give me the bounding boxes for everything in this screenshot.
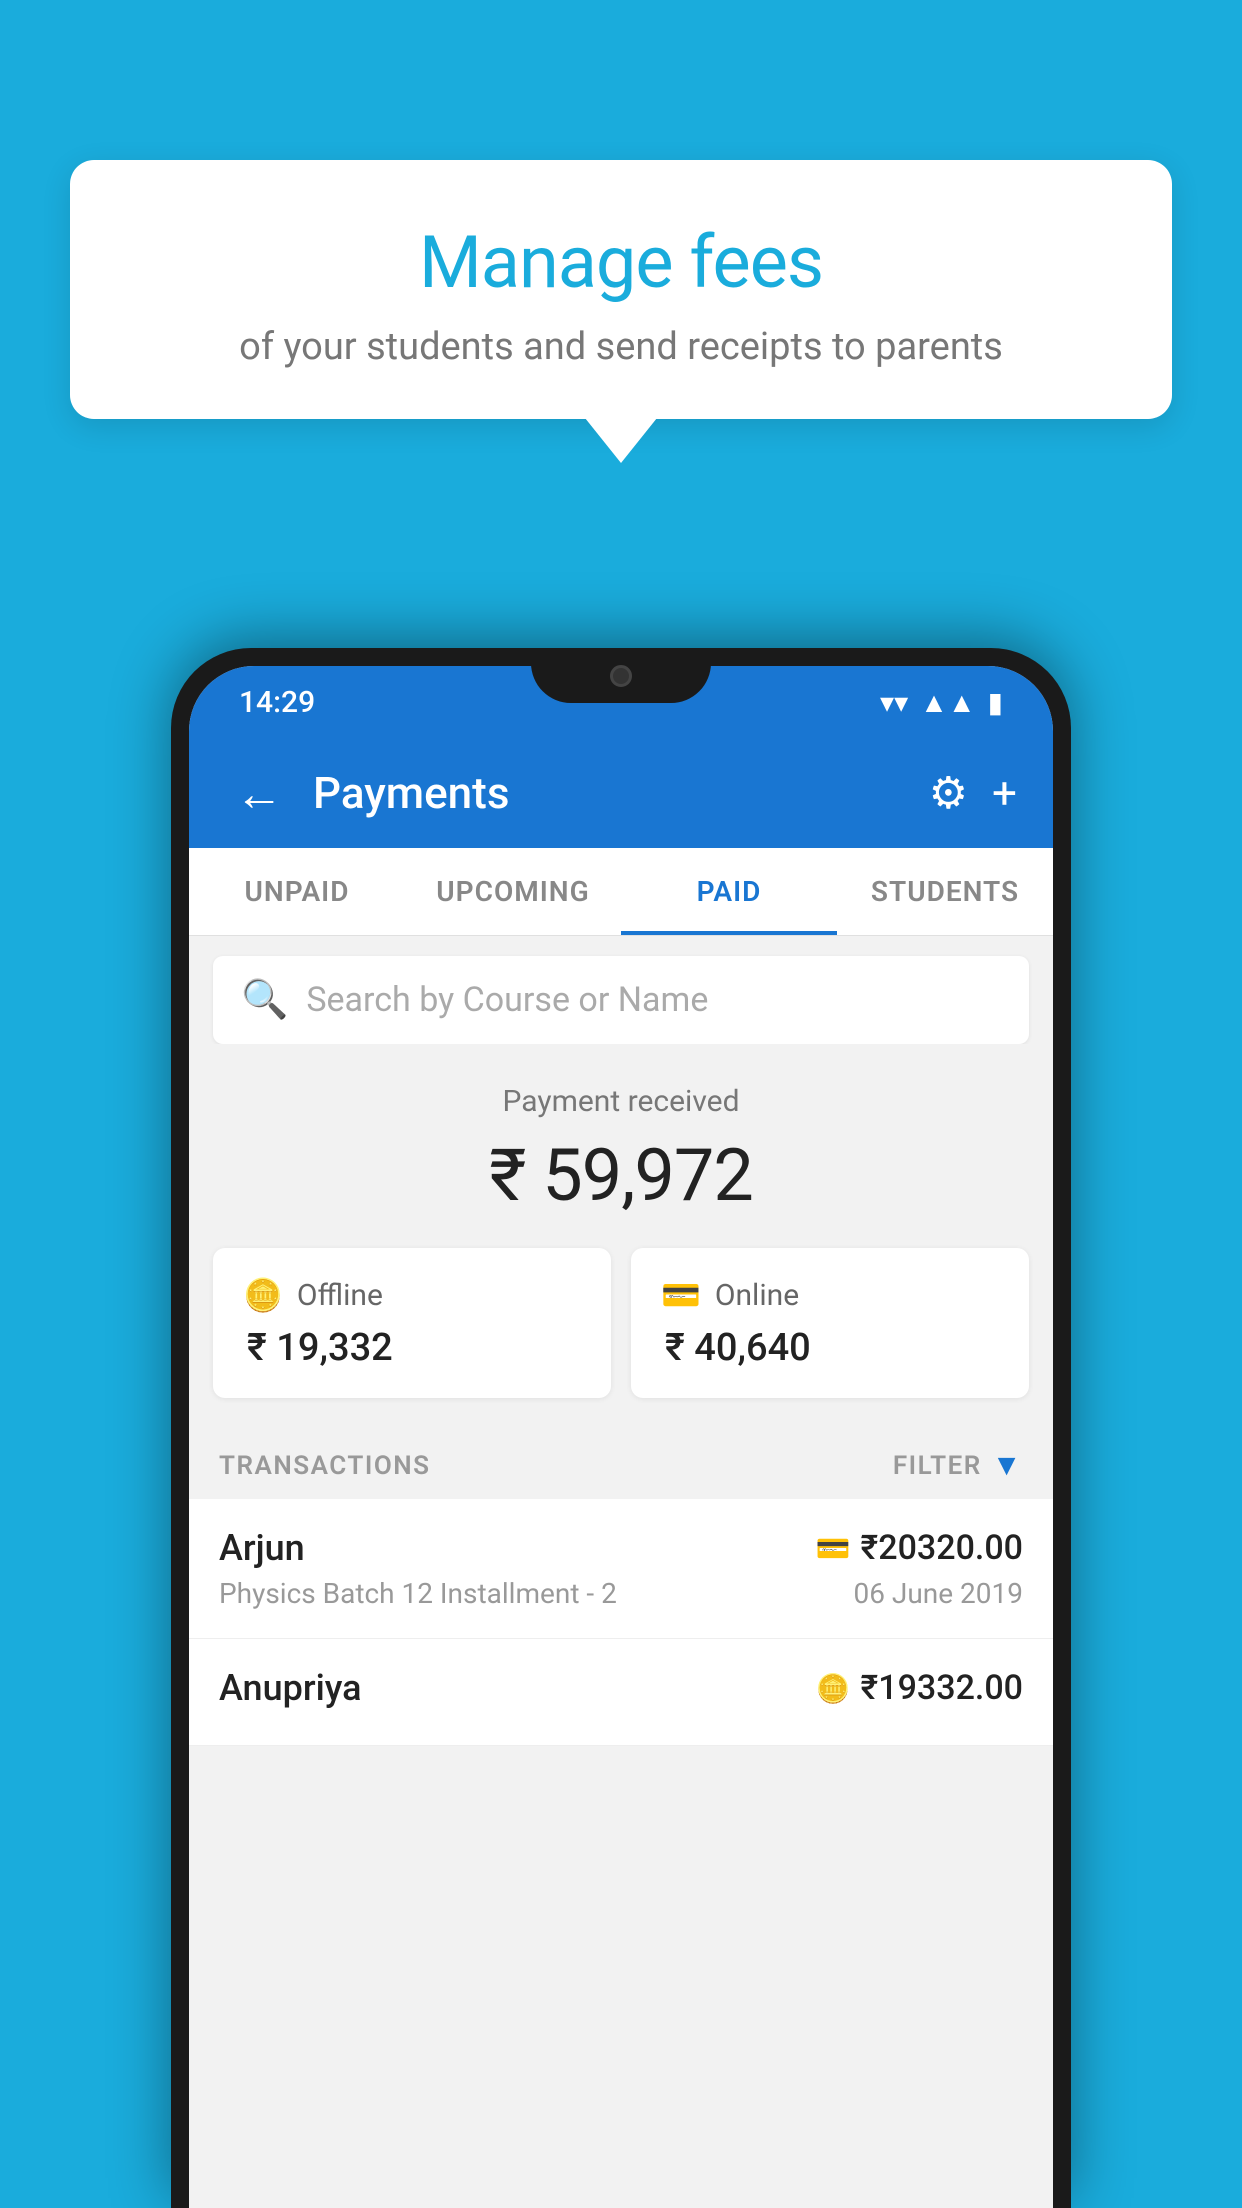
payment-method-icon: 💳 (816, 1532, 851, 1565)
online-payment-card: 💳 Online ₹ 40,640 (631, 1248, 1029, 1398)
offline-payment-card: 🪙 Offline ₹ 19,332 (213, 1248, 611, 1398)
front-camera (610, 665, 632, 687)
add-icon[interactable]: + (992, 767, 1017, 819)
signal-icon: ▲▲ (920, 686, 975, 719)
transaction-amount-row: 💳 ₹20320.00 (816, 1528, 1023, 1568)
search-bar[interactable]: 🔍 Search by Course or Name (213, 956, 1029, 1044)
app-bar: ← Payments ⚙ + (189, 738, 1053, 848)
payment-cards: 🪙 Offline ₹ 19,332 💳 Online ₹ 40,640 (189, 1248, 1053, 1428)
tabs-bar: UNPAID UPCOMING PAID STUDENTS (189, 848, 1053, 936)
tooltip-title: Manage fees (140, 220, 1102, 305)
tooltip-card: Manage fees of your students and send re… (70, 160, 1172, 419)
tab-upcoming[interactable]: UPCOMING (405, 848, 621, 935)
transaction-row1: Anupriya 🪙 ₹19332.00 (219, 1667, 1023, 1709)
transaction-row1: Arjun 💳 ₹20320.00 (219, 1527, 1023, 1569)
payment-method-icon: 🪙 (816, 1672, 851, 1705)
transaction-amount: ₹19332.00 (861, 1668, 1023, 1708)
app-bar-actions: ⚙ + (929, 767, 1017, 819)
transaction-detail: Physics Batch 12 Installment - 2 (219, 1577, 617, 1610)
table-row[interactable]: Anupriya 🪙 ₹19332.00 (189, 1639, 1053, 1746)
offline-card-header: 🪙 Offline (243, 1276, 581, 1314)
filter-icon: ▼ (992, 1448, 1023, 1483)
phone-frame: 14:29 ▾▾ ▲▲ ▮ ← Payments ⚙ + UNPAID UPCO… (171, 648, 1071, 2208)
offline-amount: ₹ 19,332 (243, 1326, 581, 1370)
battery-icon: ▮ (988, 686, 1003, 719)
offline-icon: 🪙 (243, 1276, 283, 1314)
transaction-row2: Physics Batch 12 Installment - 2 06 June… (219, 1577, 1023, 1610)
transaction-amount: ₹20320.00 (861, 1528, 1023, 1568)
tooltip-subtitle: of your students and send receipts to pa… (140, 325, 1102, 369)
table-row[interactable]: Arjun 💳 ₹20320.00 Physics Batch 12 Insta… (189, 1499, 1053, 1639)
transaction-amount-row: 🪙 ₹19332.00 (816, 1668, 1023, 1708)
filter-label: FILTER (893, 1451, 982, 1481)
back-button[interactable]: ← (225, 755, 293, 832)
offline-label: Offline (297, 1278, 383, 1313)
online-label: Online (715, 1278, 799, 1313)
search-icon: 🔍 (241, 978, 288, 1022)
status-icons: ▾▾ ▲▲ ▮ (880, 686, 1003, 719)
online-card-header: 💳 Online (661, 1276, 999, 1314)
transactions-header: TRANSACTIONS FILTER ▼ (189, 1428, 1053, 1499)
transactions-label: TRANSACTIONS (219, 1451, 431, 1481)
payment-summary: Payment received ₹ 59,972 (189, 1044, 1053, 1248)
settings-icon[interactable]: ⚙ (929, 767, 968, 819)
search-placeholder: Search by Course or Name (306, 980, 708, 1020)
status-time: 14:29 (239, 685, 315, 720)
tab-unpaid[interactable]: UNPAID (189, 848, 405, 935)
transaction-name: Arjun (219, 1527, 305, 1569)
app-bar-title: Payments (313, 767, 909, 819)
phone-screen: 14:29 ▾▾ ▲▲ ▮ ← Payments ⚙ + UNPAID UPCO… (189, 666, 1053, 2208)
transaction-name: Anupriya (219, 1667, 362, 1709)
phone-notch (531, 648, 711, 703)
tab-students[interactable]: STUDENTS (837, 848, 1053, 935)
online-icon: 💳 (661, 1276, 701, 1314)
filter-button[interactable]: FILTER ▼ (893, 1448, 1023, 1483)
payment-total-amount: ₹ 59,972 (213, 1133, 1029, 1218)
payment-received-label: Payment received (213, 1084, 1029, 1119)
wifi-icon: ▾▾ (880, 686, 908, 719)
transaction-date: 06 June 2019 (853, 1577, 1023, 1610)
tab-paid[interactable]: PAID (621, 848, 837, 935)
online-amount: ₹ 40,640 (661, 1326, 999, 1370)
transaction-list: Arjun 💳 ₹20320.00 Physics Batch 12 Insta… (189, 1499, 1053, 1746)
